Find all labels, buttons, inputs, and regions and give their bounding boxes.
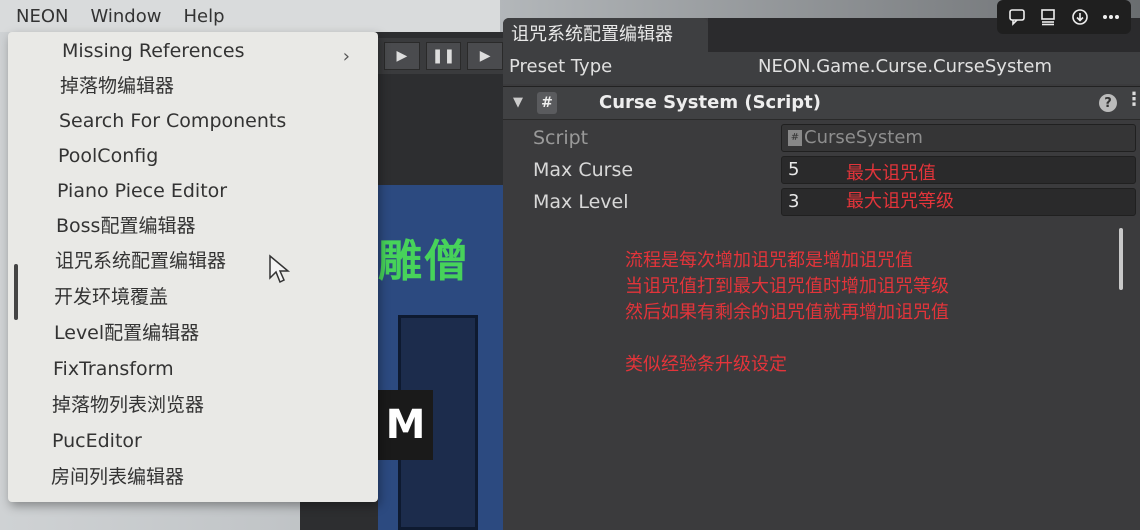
menu-item-missing-references[interactable]: Missing References › — [62, 36, 372, 67]
inspector-panel: 诅咒系统配置编辑器 Preset Type NEON.Game.Curse.Cu… — [503, 18, 1140, 530]
comment-icon[interactable] — [1006, 6, 1028, 28]
annotation-line-3: 然后如果有剩余的诅咒值就再增加诅咒值 — [625, 302, 949, 323]
menu-help[interactable]: Help — [183, 6, 224, 27]
game-m-block: M — [378, 390, 433, 460]
menu-item-fixtransform[interactable]: FixTransform — [53, 354, 174, 384]
inspector-scrollbar[interactable] — [1119, 228, 1123, 290]
menu-item-drop-list-browser[interactable]: 掉落物列表浏览器 — [52, 390, 204, 420]
menu-item-piano-piece-editor[interactable]: Piano Piece Editor — [57, 176, 227, 206]
menu-item-level-config[interactable]: Level配置编辑器 — [54, 318, 199, 348]
chevron-right-icon: › — [342, 46, 350, 67]
help-icon[interactable]: ? — [1099, 94, 1117, 112]
play-icon: ▶ — [396, 48, 408, 64]
pause-icon: ❚❚ — [431, 48, 456, 64]
max-level-input[interactable]: 3 — [781, 188, 1136, 216]
menu-item-search-components[interactable]: Search For Components — [59, 106, 286, 136]
max-curse-value: 5 — [788, 159, 800, 180]
menu-item-drop-editor[interactable]: 掉落物编辑器 — [60, 71, 174, 101]
menu-item-dev-env-override[interactable]: 开发环境覆盖 — [54, 282, 168, 312]
annotation-line-4: 类似经验条升级设定 — [625, 354, 787, 375]
menu-item-poolconfig[interactable]: PoolConfig — [58, 141, 158, 171]
mouse-cursor-icon — [269, 254, 291, 284]
max-level-note: 最大诅咒等级 — [846, 191, 954, 212]
menu-neon[interactable]: NEON — [16, 6, 68, 27]
menu-item-puceditor[interactable]: PucEditor — [52, 426, 142, 456]
script-label: Script — [533, 127, 589, 149]
game-title-text: 雕僧 — [378, 236, 470, 287]
panel-icon[interactable] — [1037, 6, 1059, 28]
max-curse-input[interactable]: 5 — [781, 156, 1136, 184]
annotation-line-1: 流程是每次增加诅咒都是增加诅咒值 — [625, 250, 913, 271]
step-button[interactable]: ▶ — [467, 42, 504, 70]
pause-button[interactable]: ❚❚ — [425, 42, 462, 70]
menubar: NEON Window Help — [0, 0, 500, 32]
annotation-line-2: 当诅咒值打到最大诅咒值时增加诅咒等级 — [625, 276, 949, 297]
menu-window[interactable]: Window — [90, 6, 161, 27]
max-level-label: Max Level — [533, 191, 629, 213]
tab-curse-config-editor[interactable]: 诅咒系统配置编辑器 — [503, 18, 708, 52]
component-title: Curse System (Script) — [599, 92, 821, 113]
viewer-toolbar — [997, 0, 1131, 34]
neon-dropdown-menu: Missing References › 掉落物编辑器 Search For C… — [8, 32, 378, 502]
max-curse-note: 最大诅咒值 — [846, 163, 936, 184]
game-view: 雕僧 M — [378, 185, 503, 530]
foldout-arrow-icon[interactable]: ▼ — [513, 95, 523, 110]
script-field[interactable]: # CurseSystem — [781, 124, 1136, 152]
more-options-icon[interactable]: ⋮ — [1125, 89, 1140, 110]
menu-item-curse-config[interactable]: 诅咒系统配置编辑器 — [55, 246, 226, 276]
menu-item-label: Missing References — [62, 40, 245, 62]
preset-type-value[interactable]: NEON.Game.Curse.CurseSystem — [758, 56, 1052, 77]
menu-item-room-list-editor[interactable]: 房间列表编辑器 — [51, 462, 184, 492]
play-toolbar: ▶ ❚❚ ▶ — [378, 38, 504, 74]
menu-item-boss-config[interactable]: Boss配置编辑器 — [56, 211, 195, 241]
cs-script-icon: # — [788, 130, 802, 146]
play-button[interactable]: ▶ — [384, 42, 420, 70]
more-icon[interactable] — [1100, 6, 1122, 28]
download-icon[interactable] — [1069, 6, 1091, 28]
script-value: CurseSystem — [804, 127, 923, 148]
max-level-value: 3 — [788, 191, 800, 212]
menu-scrollbar[interactable] — [14, 264, 18, 320]
preset-type-row: Preset Type NEON.Game.Curse.CurseSystem — [503, 52, 1140, 84]
script-component-icon: # — [537, 92, 557, 114]
max-curse-label: Max Curse — [533, 159, 634, 181]
step-icon: ▶ — [479, 48, 491, 64]
preset-type-label: Preset Type — [509, 56, 613, 77]
component-header[interactable]: ▼ # Curse System (Script) ? ⋮ — [503, 86, 1140, 120]
